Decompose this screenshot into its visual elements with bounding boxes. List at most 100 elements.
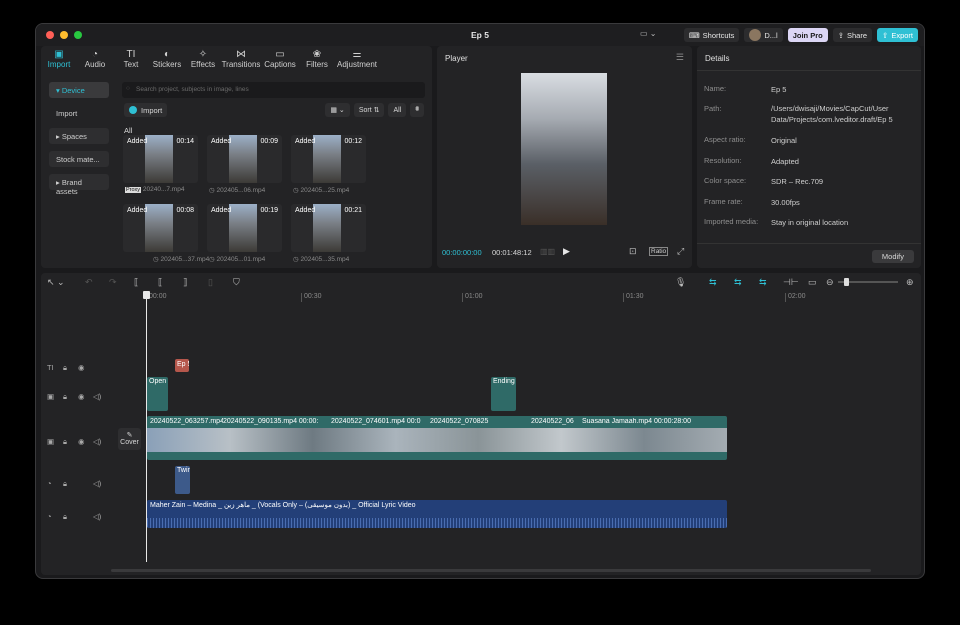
text-clip[interactable]: Ep 5 <box>175 359 189 372</box>
media-clip[interactable]: Added 00:12 <box>291 135 366 183</box>
user-button[interactable]: D...l <box>744 28 783 42</box>
fullscreen-icon[interactable]: ⤢ <box>677 246 684 257</box>
speaker-icon[interactable]: ◁) <box>93 437 101 446</box>
filter-all-button[interactable]: All <box>388 103 407 117</box>
speaker-icon[interactable]: ◁) <box>93 512 101 521</box>
zoom-slider-handle[interactable] <box>844 278 849 286</box>
media-clip[interactable]: Added 00:14 <box>123 135 198 183</box>
clip-name: ◷ 202405...25.mp4 <box>293 187 350 194</box>
view-controls: ▦ ⌄ Sort ⇅ All ⩩ <box>325 103 424 117</box>
timeline-ruler[interactable]: 00:00 00:30 01:00 01:30 02:00 <box>141 293 921 303</box>
filmstrip <box>147 428 727 452</box>
link-main-track-icon[interactable]: ⇆ <box>709 277 717 288</box>
sidebar-item-device[interactable]: ▾ Device <box>49 82 109 98</box>
undo-icon[interactable]: ↶ <box>85 277 93 288</box>
lock-icon[interactable]: 🔒︎ <box>63 479 67 489</box>
modify-button[interactable]: Modify <box>871 250 914 263</box>
join-pro-button[interactable]: Join Pro <box>787 28 828 42</box>
ruler-tick: 00:30 <box>301 293 322 302</box>
detail-label: Aspect ratio: <box>704 135 746 144</box>
speaker-icon[interactable]: ◁) <box>93 479 101 488</box>
tab-stickers[interactable]: ◐ Stickers <box>149 46 185 72</box>
main-clip-label[interactable]: 20240522_090135.mp4 00:00: <box>223 418 329 425</box>
media-clip[interactable]: Added 00:19 <box>207 204 282 252</box>
overlay-clip[interactable]: Ending <box>491 377 516 411</box>
lock-icon[interactable]: 🔒︎ <box>63 512 67 522</box>
marker-icon[interactable]: ⛉ <box>233 277 240 288</box>
tab-effects[interactable]: ✧ Effects <box>185 46 221 72</box>
sort-button[interactable]: Sort ⇅ <box>353 103 385 117</box>
ratio-button[interactable]: Ratio <box>649 247 669 256</box>
export-button[interactable]: ⇧ Export <box>877 28 918 42</box>
timeline-toolbar: ↖ ⌄ ↶ ↷ ⟦ ⟦ ⟧ ▯ ⛉ 🎙 ⇆ ⇆ ⇆ ⊣⊢ ▭ ⊖ ⊕ <box>41 273 921 291</box>
filter-icon[interactable]: ⩩ <box>410 103 424 117</box>
tab-audio[interactable]: ◔ Audio <box>77 46 113 72</box>
zoom-in-icon[interactable]: ⊕ <box>906 277 914 288</box>
video-preview[interactable] <box>521 73 607 225</box>
tab-adjustment[interactable]: ⚌ Adjustment <box>335 46 379 72</box>
magnet-icon[interactable]: ⇆ <box>734 277 742 288</box>
media-clip[interactable]: Added 00:21 <box>291 204 366 252</box>
main-clip-label[interactable]: Suasana Jamaah.mp4 00:00:28:00 <box>582 418 722 425</box>
fit-icon[interactable]: ⊡ <box>629 246 637 257</box>
timeline-scrollbar[interactable] <box>111 569 871 572</box>
media-panel: ▣ Import ◔ Audio TI Text ◐ Stickers ✧ Effects… <box>41 46 432 268</box>
tab-label: Text <box>123 60 139 69</box>
tab-transitions[interactable]: ⋈ Transitions <box>221 46 261 72</box>
playhead[interactable] <box>146 292 147 562</box>
delete-icon[interactable]: ▯ <box>208 277 213 288</box>
import-button[interactable]: Import <box>124 103 168 117</box>
share-label: Share <box>847 30 868 40</box>
select-tool-icon[interactable]: ↖ ⌄ <box>47 277 65 288</box>
tab-captions[interactable]: ▭ Captions <box>261 46 299 72</box>
lock-icon[interactable]: 🔒︎ <box>63 437 67 447</box>
detail-value: 30.00fps <box>771 198 800 207</box>
align-icon[interactable]: ⊣⊢ <box>783 277 799 288</box>
split-right-icon[interactable]: ⟧ <box>183 277 187 288</box>
audio-clip-short[interactable]: Twin <box>175 466 190 494</box>
microphone-icon[interactable]: 🎙 <box>675 277 686 288</box>
media-toolbar: ▣ Import ◔ Audio TI Text ◐ Stickers ✧ Effects… <box>41 46 432 72</box>
sidebar-item-brand-assets[interactable]: ▸ Brand assets <box>49 174 109 196</box>
layout-icon[interactable]: ▭ ⌄ <box>640 29 656 38</box>
zoom-slider[interactable] <box>838 278 898 286</box>
main-clip-label[interactable]: 20240522_06 <box>531 418 578 425</box>
clip-name: ◷ 202405...35.mp4 <box>293 256 350 263</box>
cover-button[interactable]: ✎ Cover <box>118 428 141 450</box>
main-clip-label[interactable]: 20240522_070825 <box>430 418 491 425</box>
tab-import[interactable]: ▣ Import <box>41 46 77 72</box>
link-icon[interactable]: ⇆ <box>759 277 767 288</box>
menu-icon[interactable]: ☰ <box>676 52 684 63</box>
shortcuts-button[interactable]: ⌨ Shortcuts <box>683 28 740 42</box>
grid-view-button[interactable]: ▦ ⌄ <box>325 103 350 117</box>
sidebar-item-import[interactable]: Import <box>49 105 109 121</box>
eye-icon[interactable]: ◉ <box>78 392 85 401</box>
transitions-icon: ⋈ <box>236 49 246 60</box>
speaker-icon[interactable]: ◁) <box>93 392 101 401</box>
clip-filename: 202405...25.mp4 <box>300 187 350 194</box>
split-left-icon[interactable]: ⟦ <box>158 277 162 288</box>
overlay-clip[interactable]: Open <box>147 377 168 411</box>
play-icon[interactable]: ▶ <box>563 246 570 257</box>
split-icon[interactable]: ⟦ <box>134 277 138 288</box>
search-input[interactable]: ○ Search project, subjects in image, lin… <box>122 82 425 98</box>
tab-filters[interactable]: ❀ Filters <box>299 46 335 72</box>
main-clip-label[interactable]: 20240522_074601.mp4 00:0 <box>331 418 428 425</box>
eye-icon[interactable]: ◉ <box>78 363 85 372</box>
main-clip-label[interactable]: 20240522_063257.mp4 <box>150 418 224 425</box>
media-clip[interactable]: Added 00:09 <box>207 135 282 183</box>
stickers-icon: ◐ <box>163 49 171 60</box>
redo-icon[interactable]: ↷ <box>109 277 117 288</box>
eye-icon[interactable]: ◉ <box>78 437 85 446</box>
audio-clip[interactable]: Maher Zain – Medina _ ماهر زين _ (Vocals… <box>147 500 727 528</box>
media-clip[interactable]: Added 00:08 <box>123 204 198 252</box>
detail-value: Original <box>771 136 797 145</box>
sidebar-item-spaces[interactable]: ▸ Spaces <box>49 128 109 144</box>
tab-text[interactable]: TI Text <box>113 46 149 72</box>
share-button[interactable]: ⇪ Share <box>832 28 873 42</box>
zoom-out-icon[interactable]: ⊖ <box>826 277 834 288</box>
lock-icon[interactable]: 🔒︎ <box>63 363 67 373</box>
sidebar-item-stock-material[interactable]: Stock mate... <box>49 151 109 167</box>
preview-axis-icon[interactable]: ▭ <box>808 277 817 288</box>
lock-icon[interactable]: 🔒︎ <box>63 392 67 402</box>
